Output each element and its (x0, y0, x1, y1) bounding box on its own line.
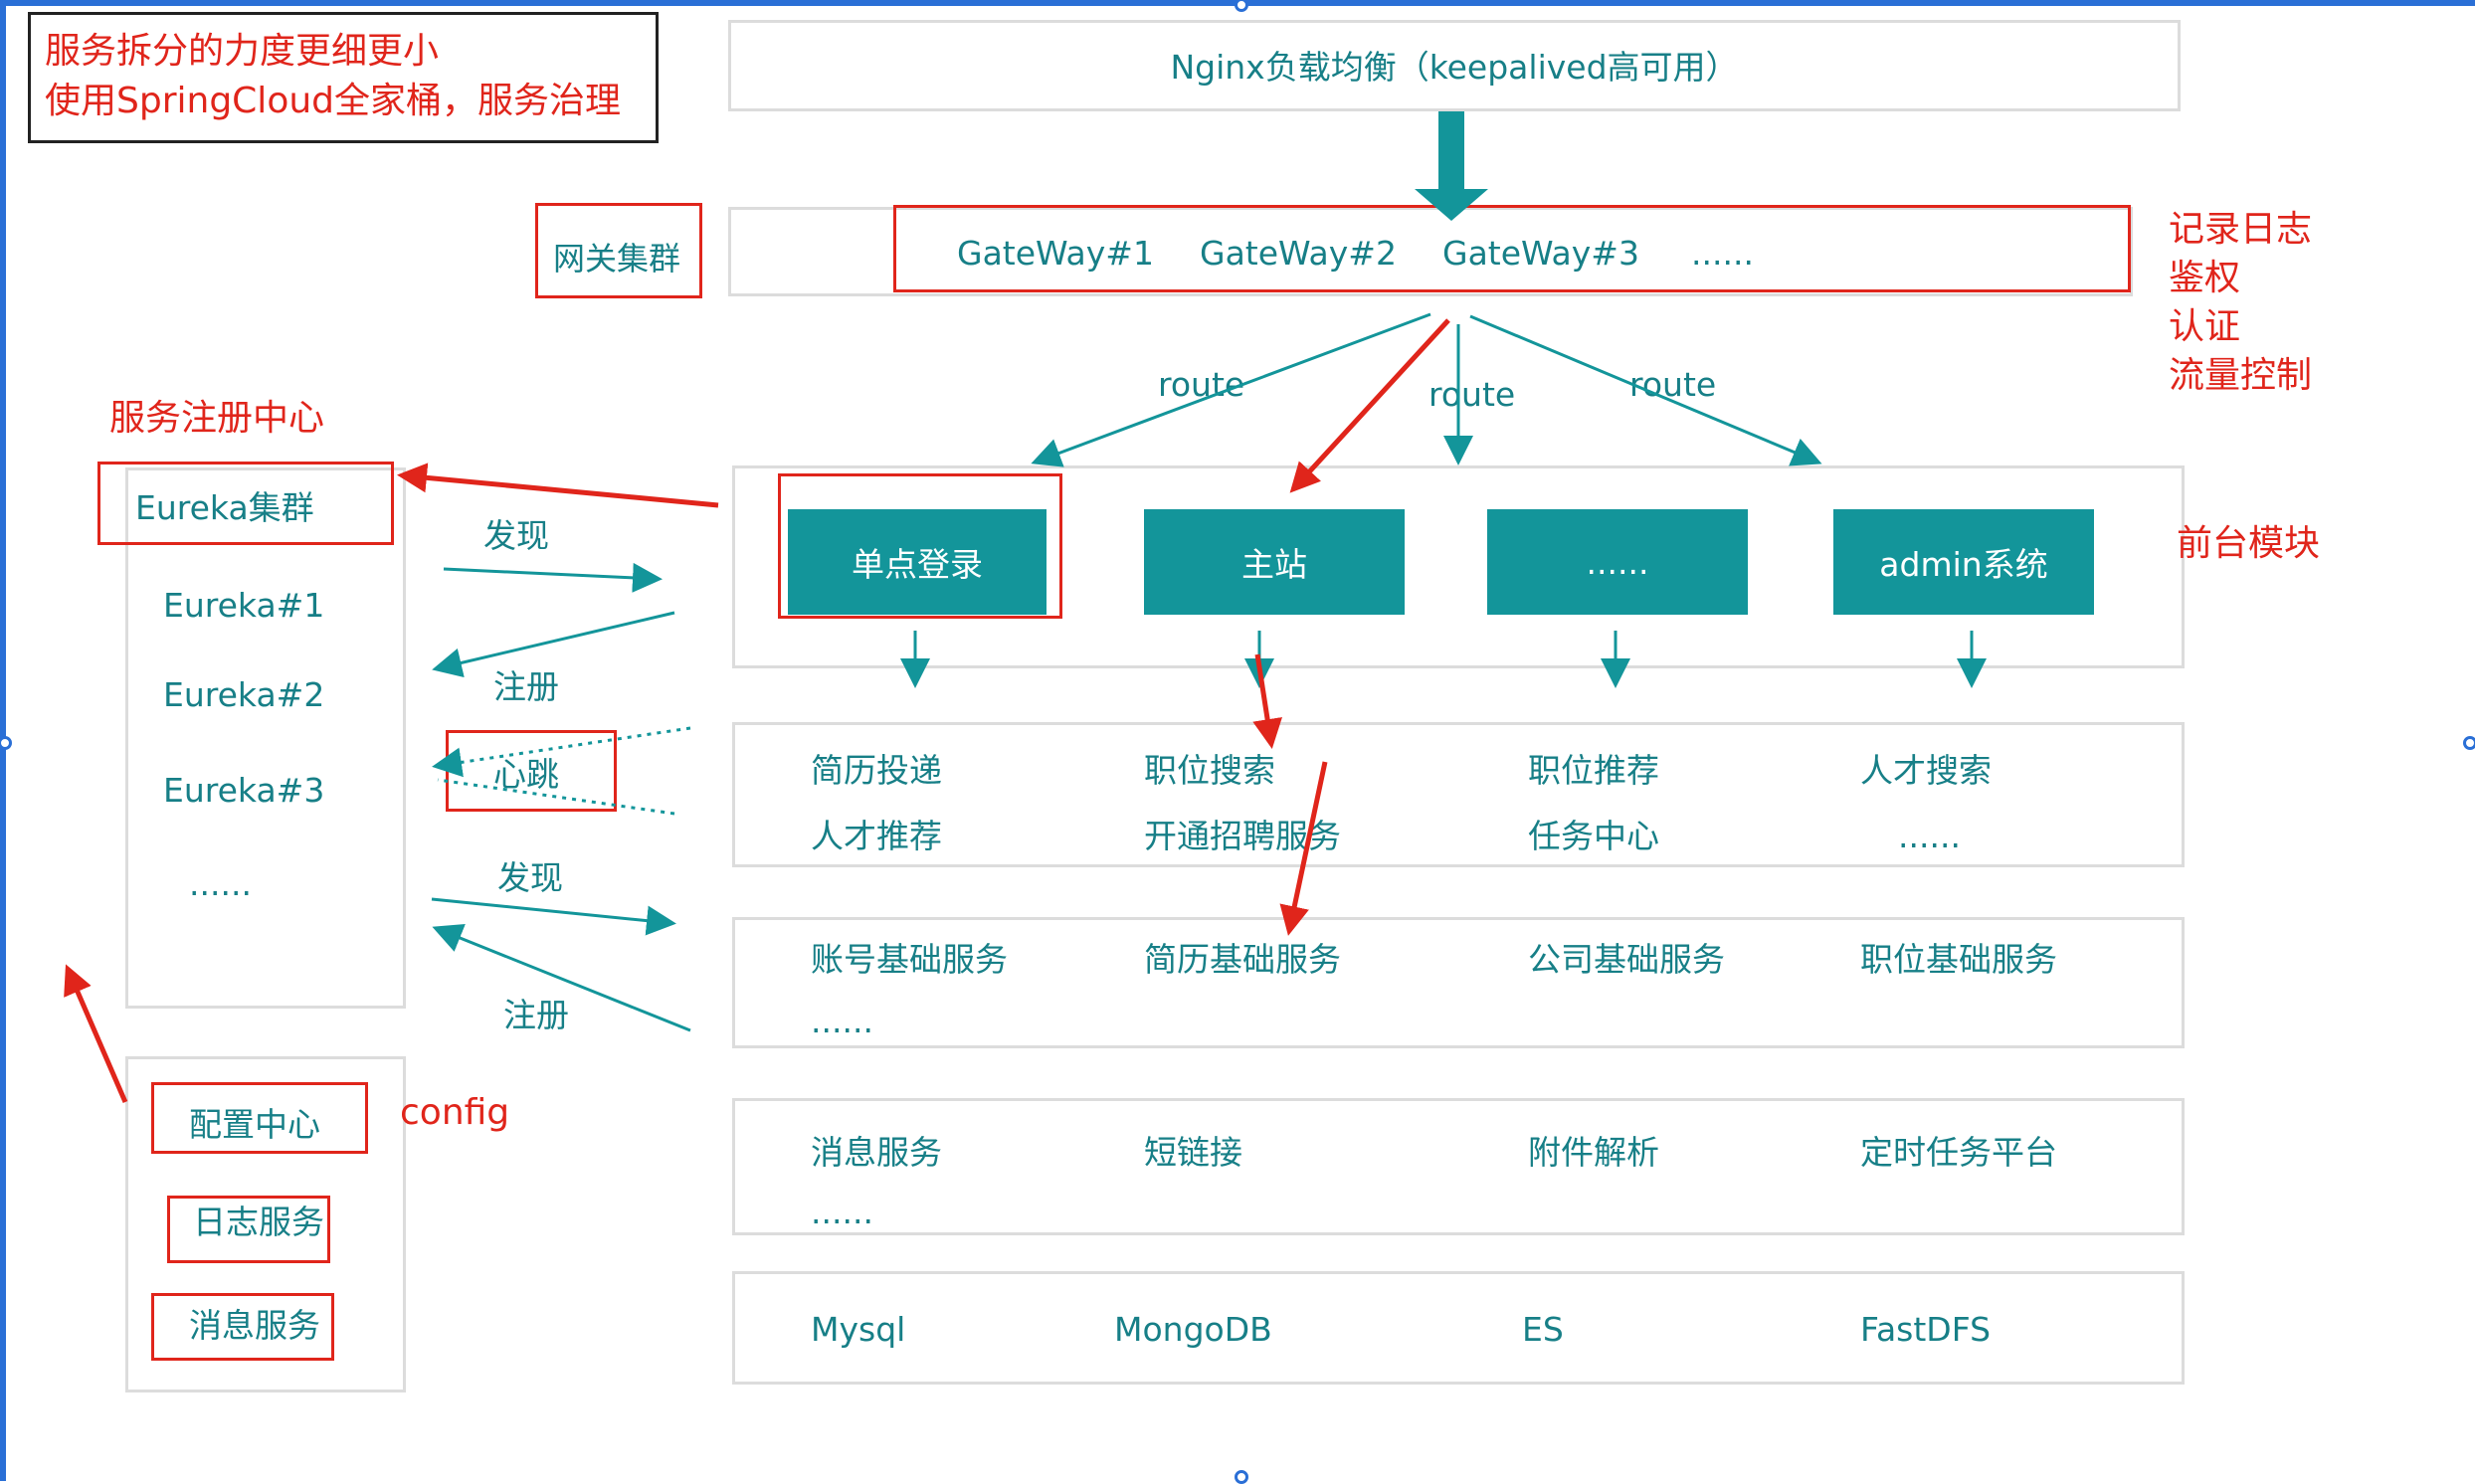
discover-arrow-1 (443, 562, 663, 593)
discover-arrow-2 (431, 897, 676, 936)
red-arrow-biz-to-base (1279, 761, 1328, 936)
heartbeat-line-2 (437, 778, 675, 816)
red-arrow-gateway-to-main (1289, 318, 1450, 493)
route-arrow-1 (1031, 312, 1431, 467)
red-arrow-main-to-biz (1252, 653, 1282, 749)
red-arrow-to-eureka (397, 463, 719, 508)
register-arrow-2 (432, 924, 691, 1032)
register-arrow-1 (432, 611, 675, 678)
heartbeat-line-1 (432, 726, 691, 778)
route-arrow-3 (1469, 314, 1822, 466)
nginx-to-gateway-arrow (1415, 111, 1488, 221)
red-arrow-config-up (64, 964, 128, 1103)
connector-arrows (64, 111, 1987, 1103)
